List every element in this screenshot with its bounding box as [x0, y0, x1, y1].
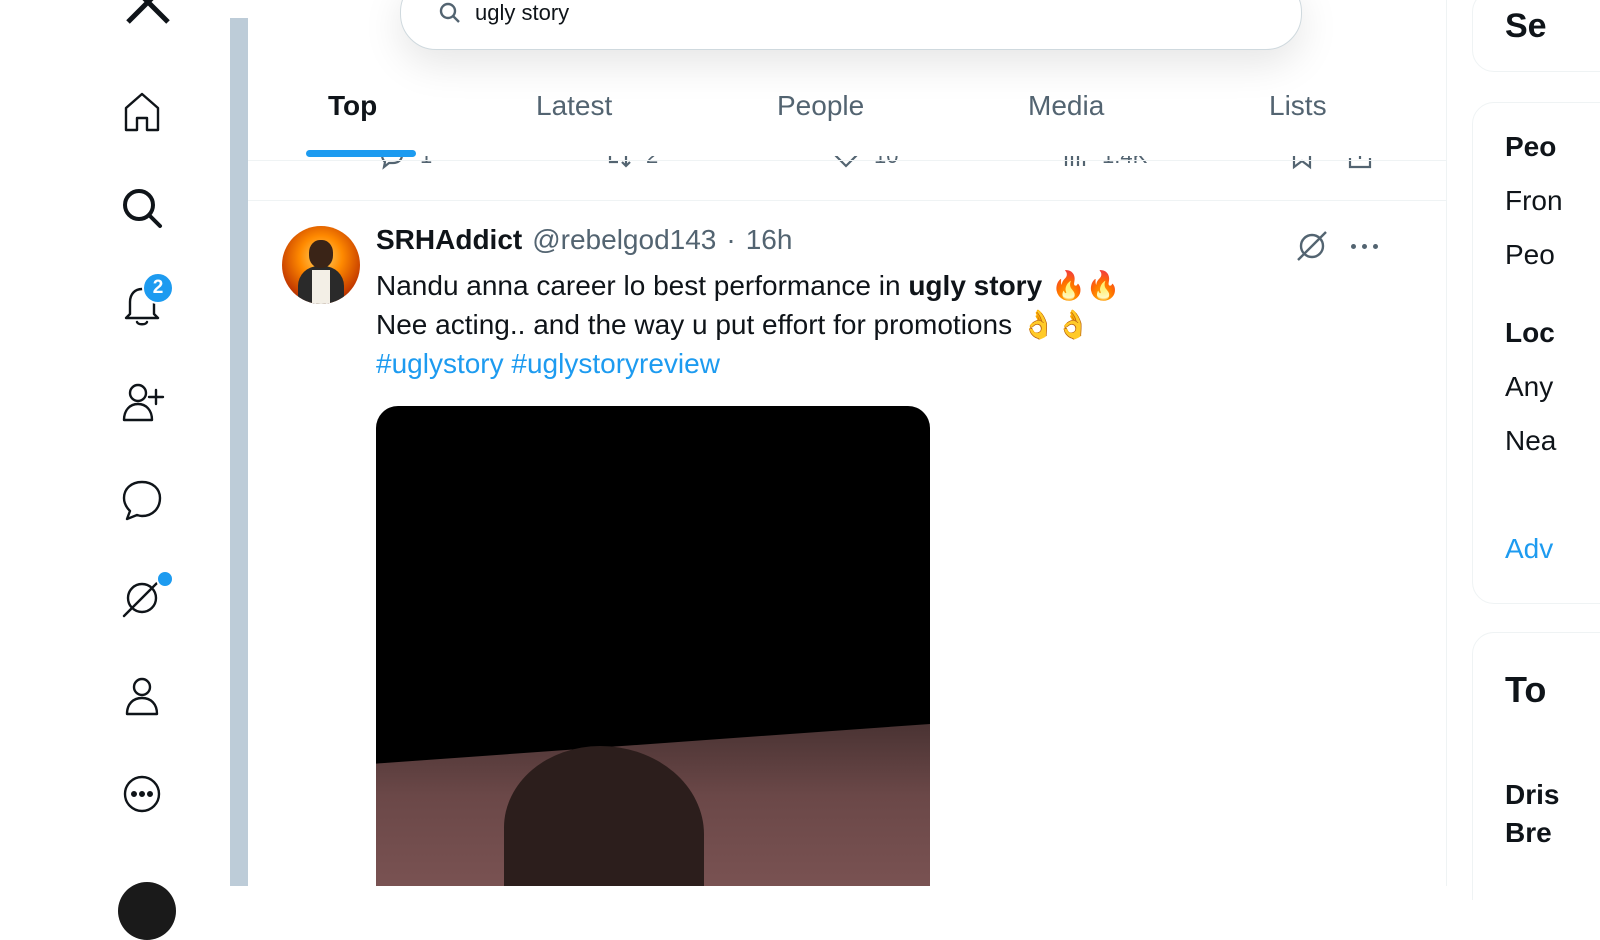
hashtag-link[interactable]: #uglystory [376, 348, 504, 379]
location-filter-option-1[interactable]: Any [1505, 371, 1553, 403]
hashtag-link[interactable]: #uglystoryreview [511, 348, 720, 379]
search-icon[interactable] [112, 178, 172, 238]
people-filter-option-1[interactable]: Fron [1505, 185, 1563, 217]
primary-nav: 2 [0, 0, 230, 940]
notifications-badge: 2 [142, 272, 174, 304]
search-filters-title-card: Se [1472, 0, 1600, 72]
grok-new-dot [156, 570, 174, 588]
tab-people[interactable]: People [777, 90, 864, 122]
trend-item-line-2[interactable]: Bre [1505, 817, 1552, 849]
search-tabs: Top Latest People Media Lists [248, 72, 1446, 161]
home-icon[interactable] [112, 82, 172, 142]
location-filter-header: Loc [1505, 317, 1555, 348]
grok-explain-icon[interactable] [1292, 226, 1332, 266]
tweet-author-handle[interactable]: @rebelgod143 [532, 224, 716, 256]
tweet-more-icon[interactable] [1344, 226, 1384, 266]
tab-top[interactable]: Top [328, 90, 377, 122]
tweet-author-avatar[interactable] [282, 226, 360, 304]
trends-card: To Dris Bre [1472, 632, 1600, 900]
tweet-timestamp[interactable]: 16h [746, 224, 793, 256]
profile-icon[interactable] [112, 666, 172, 726]
tweet-line-2: Nee acting.. and the way u put effort fo… [376, 305, 1121, 344]
search-bar [400, 0, 1302, 50]
scroll-divider [230, 18, 248, 886]
tweet-line1-text: Nandu anna career lo best performance in [376, 270, 909, 301]
ok-hand-emoji: 👌👌 [1012, 308, 1091, 341]
tweet[interactable]: SRHAddict @rebelgod143 · 16h Nandu anna … [248, 200, 1446, 886]
account-avatar[interactable] [118, 882, 176, 940]
tweet-line-1: Nandu anna career lo best performance in… [376, 266, 1121, 305]
fire-emoji: 🔥🔥 [1042, 269, 1121, 302]
main-column: 1 2 10 1.4K Top Latest People Media List… [248, 0, 1447, 886]
bell-icon[interactable]: 2 [112, 272, 174, 334]
search-field-icon [439, 2, 460, 23]
tweet-hashtags: #uglystory #uglystoryreview [376, 344, 1121, 383]
advanced-search-link[interactable]: Adv [1505, 533, 1553, 565]
tab-lists[interactable]: Lists [1269, 90, 1327, 122]
search-input[interactable] [473, 0, 1177, 27]
tab-media[interactable]: Media [1028, 90, 1104, 122]
right-sidebar: Se Peo Fron Peo Loc Any Nea Adv To Dris … [1472, 0, 1600, 900]
header-separator: · [726, 224, 736, 255]
active-tab-indicator [306, 150, 416, 157]
tweet-line2-text: Nee acting.. and the way u put effort fo… [376, 309, 1013, 340]
more-icon[interactable] [112, 764, 172, 824]
tweet-video[interactable] [376, 406, 930, 886]
tab-latest[interactable]: Latest [536, 90, 612, 122]
tweet-text: Nandu anna career lo best performance in… [376, 266, 1121, 383]
trend-item-line-1[interactable]: Dris [1505, 779, 1559, 811]
grok-icon[interactable] [112, 568, 174, 628]
follow-icon[interactable] [112, 372, 172, 432]
location-filter-option-2[interactable]: Nea [1505, 425, 1556, 457]
x-logo-icon[interactable] [120, 0, 180, 32]
previous-tweet-actions: 1 2 10 1.4K [248, 156, 1446, 201]
tweet-header: SRHAddict @rebelgod143 · 16h [376, 224, 792, 256]
trends-title: To [1505, 669, 1547, 710]
people-filter-option-2[interactable]: Peo [1505, 239, 1555, 271]
tweet-author-name[interactable]: SRHAddict [376, 224, 522, 256]
search-filters-title: Se [1505, 7, 1547, 45]
search-filters-card: Peo Fron Peo Loc Any Nea Adv [1472, 102, 1600, 604]
messages-icon[interactable] [112, 470, 172, 530]
people-filter-header: Peo [1505, 131, 1557, 162]
tweet-bold-term: ugly story [908, 270, 1043, 301]
